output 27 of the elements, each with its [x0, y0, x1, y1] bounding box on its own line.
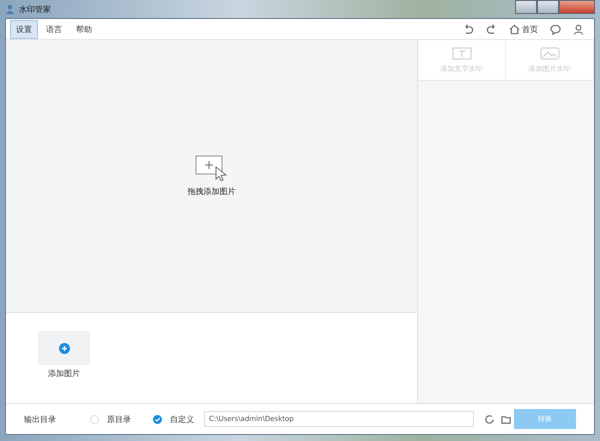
- add-image-icon[interactable]: [194, 155, 228, 181]
- menu-item[interactable]: 设置: [10, 20, 38, 38]
- text-icon: [452, 46, 472, 60]
- minimize-button[interactable]: [515, 0, 537, 14]
- add-image-label: 添加图片: [47, 368, 81, 379]
- window-title: 水印管家: [19, 4, 51, 14]
- chat-icon[interactable]: [550, 24, 561, 34]
- home-button[interactable]: 首页: [509, 24, 538, 34]
- add-image-button[interactable]: [38, 331, 90, 365]
- close-button[interactable]: [559, 0, 595, 14]
- user-icon[interactable]: [573, 24, 584, 34]
- image-icon: [540, 46, 560, 60]
- radio-option[interactable]: 原目录: [90, 414, 131, 424]
- menu-item[interactable]: 语言: [40, 20, 68, 38]
- plus-icon: [58, 342, 70, 354]
- app-icon: [5, 4, 15, 14]
- folder-icon[interactable]: [501, 414, 512, 424]
- undo-icon[interactable]: [463, 24, 474, 34]
- menu-item[interactable]: 帮助: [70, 20, 98, 38]
- maximize-button[interactable]: [537, 0, 559, 14]
- check-icon: [154, 416, 161, 422]
- radio-option[interactable]: 自定义: [153, 414, 194, 424]
- refresh-icon[interactable]: [484, 414, 495, 424]
- redo-icon[interactable]: [486, 24, 497, 34]
- output-label: 输出目录: [24, 414, 56, 424]
- home-icon: [509, 24, 520, 34]
- drop-hint: 拖拽添加图片: [188, 186, 236, 197]
